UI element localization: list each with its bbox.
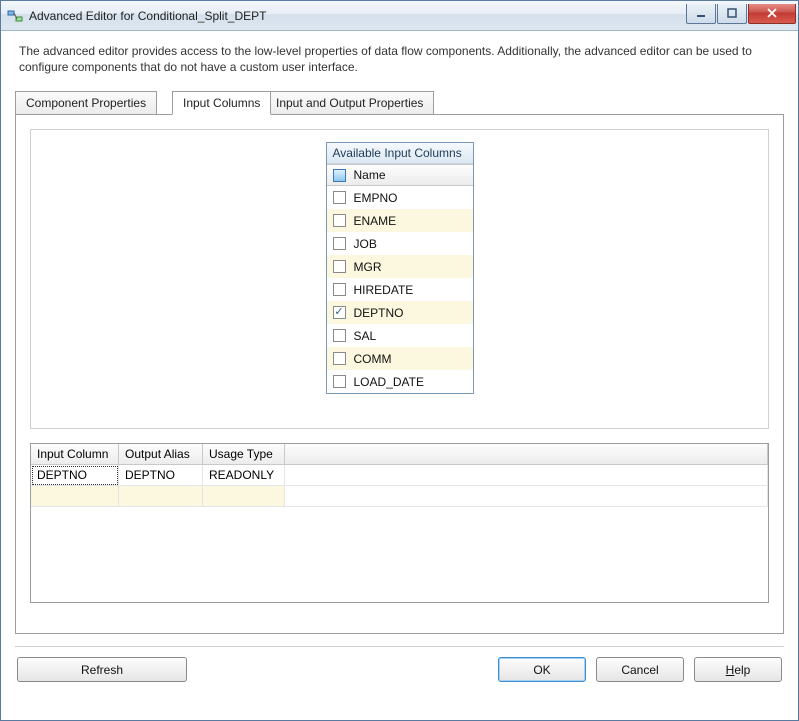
titlebar[interactable]: Advanced Editor for Conditional_Split_DE… (1, 1, 798, 31)
footer: Refresh OK Cancel Help (15, 657, 784, 684)
column-checkbox[interactable] (333, 191, 346, 204)
column-checkbox[interactable] (333, 260, 346, 273)
col-header-usage-type[interactable]: Usage Type (203, 444, 285, 465)
refresh-button[interactable]: Refresh (17, 657, 187, 682)
select-all-checkbox[interactable] (333, 169, 346, 182)
column-name: DEPTNO (354, 306, 404, 320)
available-columns-box: Available Input Columns Name EMPNO ENAME J… (326, 142, 474, 394)
available-columns-group: Available Input Columns Name EMPNO ENAME J… (30, 129, 769, 429)
grid-row[interactable]: DEPTNODEPTNOREADONLY (31, 465, 768, 486)
available-column-row[interactable]: HIREDATE (327, 278, 473, 301)
grid-cell[interactable]: DEPTNO (119, 465, 203, 486)
window-controls (686, 4, 796, 24)
column-name: COMM (354, 352, 392, 366)
col-header-input-column[interactable]: Input Column (31, 444, 119, 465)
dialog-window: Advanced Editor for Conditional_Split_DE… (0, 0, 799, 721)
available-column-row[interactable]: JOB (327, 232, 473, 255)
maximize-button[interactable] (717, 4, 747, 24)
column-checkbox[interactable] (333, 352, 346, 365)
available-columns-title: Available Input Columns (327, 143, 473, 164)
help-mnemonic: Help (726, 663, 751, 677)
tab-input-columns[interactable]: Input Columns (172, 91, 271, 115)
column-name: JOB (354, 237, 377, 251)
close-button[interactable] (748, 4, 796, 24)
ok-button[interactable]: OK (498, 657, 586, 682)
tab-component-properties[interactable]: Component Properties (15, 91, 157, 115)
tab-io-properties[interactable]: Input and Output Properties (265, 91, 434, 115)
grid-cell-spacer (285, 465, 768, 486)
column-name: MGR (354, 260, 382, 274)
app-icon (7, 8, 23, 24)
help-button[interactable]: Help (694, 657, 782, 682)
available-column-row[interactable]: COMM (327, 347, 473, 370)
grid-cell[interactable]: READONLY (203, 465, 285, 486)
dialog-body: The advanced editor provides access to t… (1, 31, 798, 720)
available-column-row[interactable]: MGR (327, 255, 473, 278)
column-checkbox[interactable] (333, 237, 346, 250)
column-name: HIREDATE (354, 283, 414, 297)
available-column-row[interactable]: DEPTNO (327, 301, 473, 324)
grid-cell[interactable]: DEPTNO (31, 465, 119, 486)
selected-columns-grid: Input Column Output Alias Usage Type DEP… (30, 443, 769, 603)
column-checkbox[interactable] (333, 214, 346, 227)
column-name: SAL (354, 329, 377, 343)
available-column-row[interactable]: SAL (327, 324, 473, 347)
column-checkbox[interactable] (333, 375, 346, 388)
grid-empty-row[interactable] (31, 486, 768, 507)
column-checkbox[interactable] (333, 329, 346, 342)
column-checkbox[interactable] (333, 283, 346, 296)
column-checkbox[interactable] (333, 306, 346, 319)
column-name: EMPNO (354, 191, 398, 205)
grid-header: Input Column Output Alias Usage Type (31, 444, 768, 465)
description-text: The advanced editor provides access to t… (15, 41, 784, 91)
column-name: ENAME (354, 214, 397, 228)
available-column-row[interactable]: ENAME (327, 209, 473, 232)
separator (15, 646, 784, 647)
available-column-row[interactable]: LOAD_DATE (327, 370, 473, 393)
column-name: LOAD_DATE (354, 375, 424, 389)
cancel-button[interactable]: Cancel (596, 657, 684, 682)
available-column-row[interactable]: EMPNO (327, 186, 473, 209)
available-columns-header-row[interactable]: Name (327, 164, 473, 186)
tabs: Component Properties Input Columns Input… (15, 91, 784, 115)
col-header-output-alias[interactable]: Output Alias (119, 444, 203, 465)
minimize-button[interactable] (686, 4, 716, 24)
col-header-spacer (285, 444, 768, 465)
tab-panel-input-columns: Available Input Columns Name EMPNO ENAME J… (15, 114, 784, 634)
name-column-header: Name (354, 168, 386, 182)
window-title: Advanced Editor for Conditional_Split_DE… (29, 9, 686, 23)
